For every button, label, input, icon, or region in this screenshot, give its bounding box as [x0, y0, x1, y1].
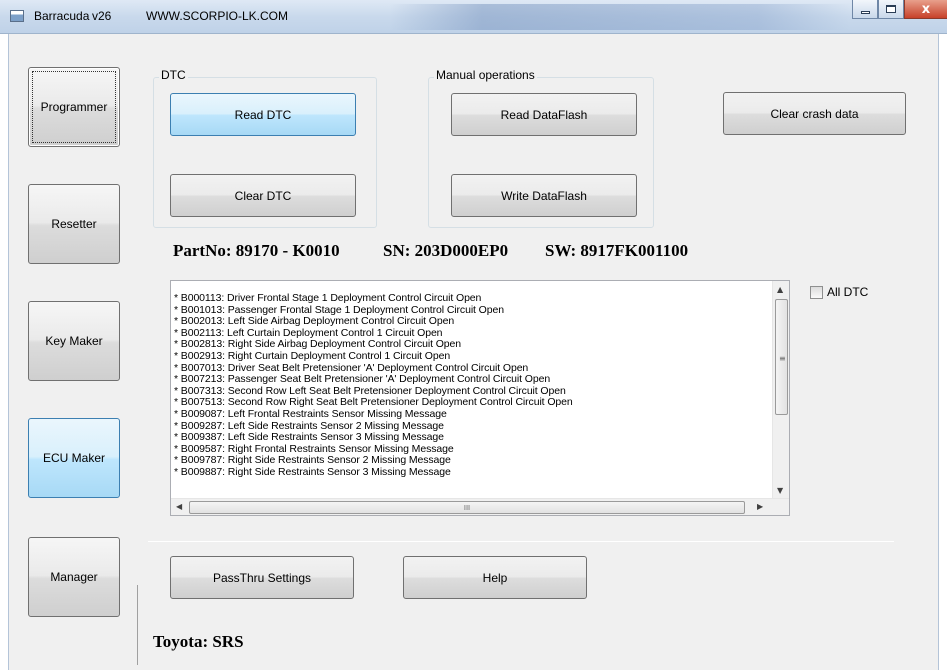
nav-programmer-button[interactable]: Programmer	[28, 67, 120, 147]
close-button[interactable]: x	[904, 0, 947, 19]
write-dataflash-button[interactable]: Write DataFlash	[451, 174, 637, 217]
maximize-icon	[886, 5, 896, 13]
dtc-list[interactable]: * B000113: Driver Frontal Stage 1 Deploy…	[170, 280, 790, 516]
nav-ecu-maker-button[interactable]: ECU Maker	[28, 418, 120, 498]
nav-resetter-button[interactable]: Resetter	[28, 184, 120, 264]
list-item: * B009087: Left Frontal Restraints Senso…	[174, 407, 447, 420]
vertical-scrollbar[interactable]: ▲ ≡ ▼	[772, 281, 789, 499]
list-item: * B002913: Right Curtain Deployment Cont…	[174, 349, 451, 362]
close-icon: x	[921, 1, 931, 17]
read-dtc-button[interactable]: Read DTC	[170, 93, 356, 136]
dtc-list-content: * B000113: Driver Frontal Stage 1 Deploy…	[171, 293, 773, 499]
clear-crash-data-button[interactable]: Clear crash data	[723, 92, 906, 135]
maximize-button[interactable]	[878, 0, 904, 19]
window-controls: x	[852, 0, 947, 20]
nav-manager-button[interactable]: Manager	[28, 537, 120, 617]
manual-operations-title: Manual operations	[434, 68, 537, 82]
app-title: Barracuda	[34, 9, 90, 23]
app-website: WWW.SCORPIO-LK.COM	[146, 9, 288, 23]
scroll-down-arrow-icon[interactable]: ▼	[777, 486, 783, 495]
horizontal-scrollbar[interactable]: ◀ III ▶	[171, 498, 789, 515]
title-bar-blurred-region	[390, 4, 850, 30]
passthru-settings-button[interactable]: PassThru Settings	[170, 556, 354, 599]
serial-number: SN: 203D000EP0	[383, 241, 509, 260]
horizontal-scroll-thumb[interactable]: III	[189, 501, 745, 514]
help-button[interactable]: Help	[403, 556, 587, 599]
dtc-group-title: DTC	[159, 68, 188, 82]
clear-dtc-button[interactable]: Clear DTC	[170, 174, 356, 217]
title-bar: Barracuda v26 WWW.SCORPIO-LK.COM x	[0, 0, 947, 34]
scroll-grip-icon: ≡	[779, 354, 786, 363]
app-version: v26	[92, 9, 112, 23]
list-item: * B007213: Passenger Seat Belt Pretensio…	[174, 373, 551, 386]
minimize-icon	[860, 10, 870, 14]
list-item: * B009887: Right Side Restraints Sensor …	[174, 465, 451, 478]
part-number: PartNo: 89170 - K0010	[173, 241, 340, 260]
all-dtc-label: All DTC	[827, 285, 869, 299]
vehicle-module-label: Toyota: SRS	[153, 632, 244, 651]
read-dataflash-button[interactable]: Read DataFlash	[451, 93, 637, 136]
list-item: * B009387: Left Side Restraints Sensor 3…	[174, 431, 444, 444]
all-dtc-checkbox[interactable]: All DTC	[810, 285, 868, 299]
vertical-divider	[137, 585, 138, 665]
app-icon	[10, 10, 24, 22]
all-dtc-checkbox-box[interactable]	[810, 285, 823, 299]
software-version: SW: 8917FK001100	[545, 241, 689, 260]
scroll-up-arrow-icon[interactable]: ▲	[777, 285, 783, 294]
horizontal-divider	[148, 541, 894, 542]
list-item: * B000113: Driver Frontal Stage 1 Deploy…	[174, 293, 482, 304]
scroll-left-arrow-icon[interactable]: ◀	[176, 502, 182, 511]
scroll-grip-icon: III	[463, 503, 471, 512]
vertical-scroll-thumb[interactable]: ≡	[775, 299, 788, 415]
minimize-button[interactable]	[852, 0, 878, 19]
nav-key-maker-button[interactable]: Key Maker	[28, 301, 120, 381]
scroll-right-arrow-icon[interactable]: ▶	[757, 502, 763, 511]
